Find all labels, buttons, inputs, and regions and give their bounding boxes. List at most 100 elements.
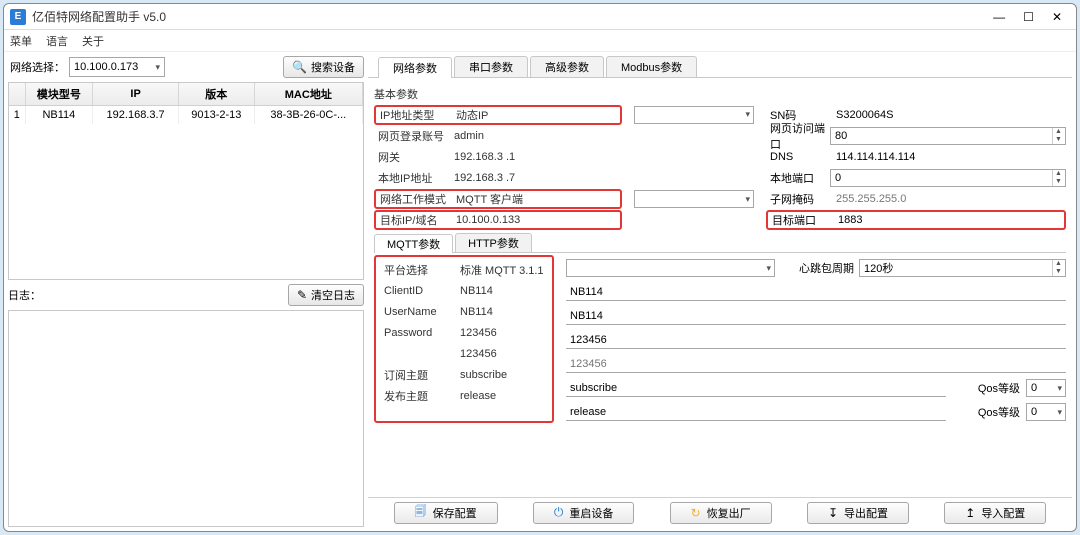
- mode-combo[interactable]: [634, 190, 754, 208]
- password-hint: 123456: [456, 348, 548, 360]
- sub-topic-label: 订阅主题: [380, 367, 456, 383]
- password-input[interactable]: [566, 331, 1066, 349]
- subnet-value: 255.255.255.0: [830, 193, 988, 205]
- subnet-label: 子网掩码: [766, 191, 830, 207]
- close-button[interactable]: ✕: [1052, 10, 1062, 24]
- password-value: 123456: [456, 327, 548, 339]
- import-config-button[interactable]: ↥导入配置: [944, 502, 1046, 524]
- search-icon: 🔍: [292, 60, 307, 74]
- ip-type-value: 动态IP: [452, 107, 618, 123]
- local-port-label: 本地端口: [766, 170, 830, 186]
- web-port-input[interactable]: 80▲▼: [830, 127, 1066, 145]
- platform-value: 标准 MQTT 3.1.1: [456, 262, 548, 278]
- target-ip-label: 目标IP/域名: [376, 212, 452, 228]
- clear-icon: ✎: [297, 288, 307, 302]
- th-idx: [9, 83, 25, 106]
- clear-log-label: 清空日志: [311, 287, 355, 303]
- menu-menu[interactable]: 菜单: [10, 33, 32, 49]
- local-port-input[interactable]: 0▲▼: [830, 169, 1066, 187]
- target-ip-value: 10.100.0.133: [452, 214, 620, 226]
- menu-about[interactable]: 关于: [82, 33, 104, 49]
- password-label: Password: [380, 327, 456, 339]
- gateway-value: 192.168.3 .1: [450, 151, 622, 163]
- web-user-label: 网页登录账号: [374, 128, 450, 144]
- export-icon: ↧: [828, 506, 838, 520]
- platform-combo[interactable]: [566, 259, 775, 277]
- device-table: 模块型号 IP 版本 MAC地址 1 NB114 192.168.3.7 901…: [8, 82, 364, 280]
- right-panel: 网络参数 串口参数 高级参数 Modbus参数 基本参数 IP地址类型 动态IP…: [368, 56, 1072, 527]
- save-icon: 🗐: [415, 502, 427, 523]
- tab-advanced[interactable]: 高级参数: [530, 56, 604, 77]
- qos-pub-combo[interactable]: 0: [1026, 403, 1066, 421]
- qos-pub-label: Qos等级: [978, 404, 1020, 420]
- password-hint-input[interactable]: [566, 355, 1066, 373]
- sub-topic-value: subscribe: [456, 369, 548, 381]
- app-window: E 亿佰特网络配置助手 v5.0 — ☐ ✕ 菜单 语言 关于 网络选择： 10…: [3, 3, 1077, 532]
- factory-reset-button[interactable]: ↻恢复出厂: [670, 502, 772, 524]
- platform-label: 平台选择: [380, 262, 456, 278]
- search-device-label: 搜索设备: [311, 59, 355, 75]
- clear-log-button[interactable]: ✎ 清空日志: [288, 284, 364, 306]
- local-ip-label: 本地IP地址: [374, 170, 450, 186]
- th-version: 版本: [179, 83, 255, 106]
- reboot-icon: ⏻: [554, 505, 564, 520]
- th-ip: IP: [93, 83, 179, 106]
- left-panel: 网络选择： 10.100.0.173 🔍 搜索设备 模块型号 IP 版本 MAC…: [8, 56, 364, 527]
- qos-sub-label: Qos等级: [978, 380, 1020, 396]
- clientid-label: ClientID: [380, 285, 456, 297]
- clientid-value: NB114: [456, 285, 548, 297]
- title-bar: E 亿佰特网络配置助手 v5.0 — ☐ ✕: [4, 4, 1076, 30]
- pub-topic-input[interactable]: [566, 403, 946, 421]
- tab-network[interactable]: 网络参数: [378, 57, 452, 78]
- window-controls: — ☐ ✕: [993, 10, 1070, 24]
- window-title: 亿佰特网络配置助手 v5.0: [32, 8, 993, 25]
- subtab-mqtt[interactable]: MQTT参数: [374, 234, 453, 253]
- dns-value: 114.114.114.114: [830, 151, 988, 163]
- web-port-label: 网页访问端口: [766, 120, 830, 152]
- tab-serial[interactable]: 串口参数: [454, 56, 528, 77]
- maximize-button[interactable]: ☐: [1023, 10, 1034, 24]
- network-select-label: 网络选择：: [8, 59, 65, 75]
- table-row[interactable]: 1 NB114 192.168.3.7 9013-2-13 38-3B-26-0…: [9, 106, 363, 125]
- reboot-device-button[interactable]: ⏻重启设备: [533, 502, 635, 524]
- search-device-button[interactable]: 🔍 搜索设备: [283, 56, 364, 78]
- log-label: 日志：: [8, 287, 41, 303]
- mode-value: MQTT 客户端: [452, 191, 620, 207]
- menu-language[interactable]: 语言: [46, 33, 68, 49]
- log-header-row: 日志： ✎ 清空日志: [8, 284, 364, 306]
- network-select-dropdown[interactable]: 10.100.0.173: [69, 57, 165, 77]
- clientid-input[interactable]: [566, 283, 1066, 301]
- sn-value: S3200064S: [830, 109, 988, 121]
- gateway-label: 网关: [374, 149, 450, 165]
- import-icon: ↥: [965, 506, 975, 520]
- web-user-value: admin: [450, 130, 622, 142]
- log-area[interactable]: [8, 310, 364, 527]
- sub-topic-input[interactable]: [566, 379, 946, 397]
- save-config-button[interactable]: 🗐保存配置: [394, 502, 498, 524]
- heartbeat-input[interactable]: 120秒▲▼: [859, 259, 1066, 277]
- tab-modbus[interactable]: Modbus参数: [606, 56, 697, 77]
- menu-bar: 菜单 语言 关于: [4, 30, 1076, 52]
- network-select-row: 网络选择： 10.100.0.173 🔍 搜索设备: [8, 56, 364, 78]
- pub-topic-label: 发布主题: [380, 388, 456, 404]
- target-port-label: 目标端口: [768, 212, 832, 228]
- local-ip-value: 192.168.3 .7: [450, 172, 622, 184]
- app-icon: E: [10, 9, 26, 25]
- basic-params-label: 基本参数: [374, 84, 1066, 104]
- ip-type-label: IP地址类型: [376, 107, 452, 123]
- pub-topic-value: release: [456, 390, 548, 402]
- sub-tabs: MQTT参数 HTTP参数: [374, 233, 1066, 253]
- main-tabs: 网络参数 串口参数 高级参数 Modbus参数: [368, 56, 1072, 78]
- ip-type-combo[interactable]: [634, 106, 754, 124]
- username-input[interactable]: [566, 307, 1066, 325]
- username-value: NB114: [456, 306, 548, 318]
- footer-buttons: 🗐保存配置 ⏻重启设备 ↻恢复出厂 ↧导出配置 ↥导入配置: [368, 497, 1072, 527]
- th-model: 模块型号: [25, 83, 93, 106]
- username-label: UserName: [380, 306, 456, 318]
- minimize-button[interactable]: —: [993, 10, 1005, 24]
- dns-label: DNS: [766, 151, 830, 163]
- qos-sub-combo[interactable]: 0: [1026, 379, 1066, 397]
- mode-label: 网络工作模式: [376, 191, 452, 207]
- export-config-button[interactable]: ↧导出配置: [807, 502, 909, 524]
- subtab-http[interactable]: HTTP参数: [455, 233, 532, 252]
